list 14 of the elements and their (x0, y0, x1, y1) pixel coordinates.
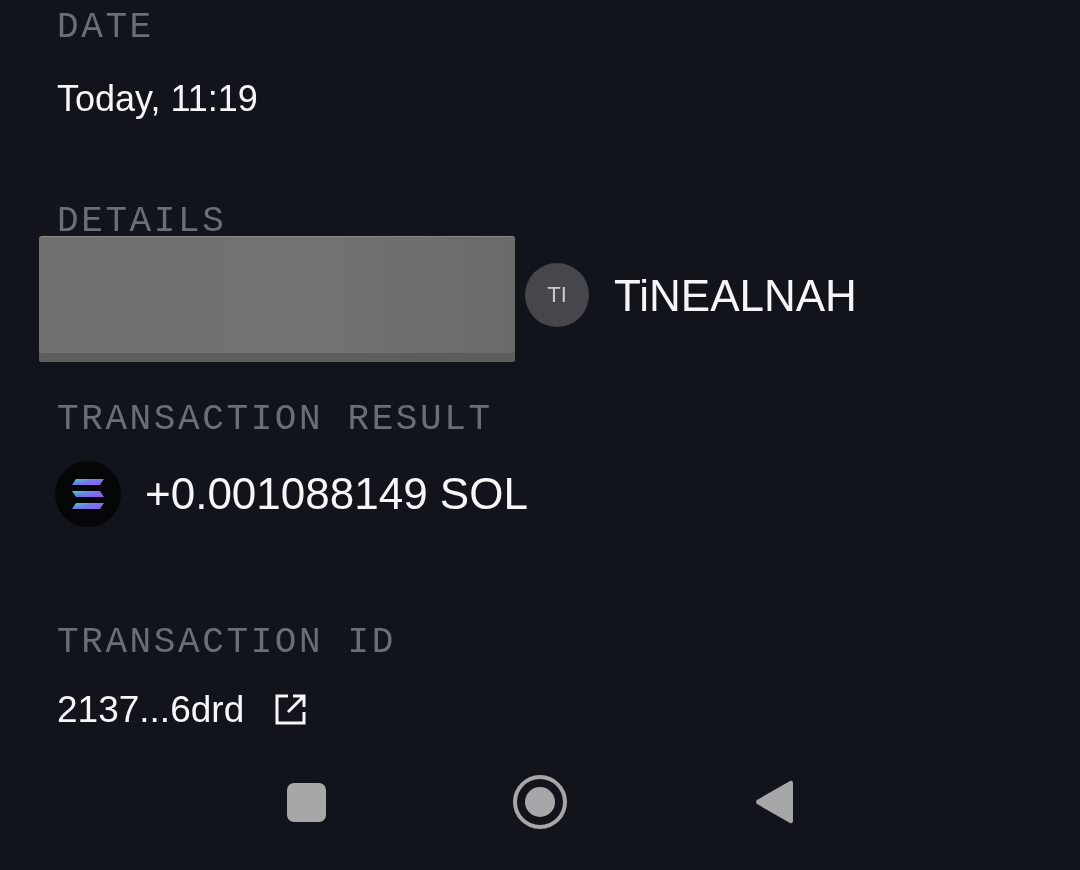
section-label: DETAILS (57, 204, 227, 240)
party-name: TiNEALNAH (614, 274, 857, 318)
back-icon[interactable] (755, 779, 793, 825)
token-icon (55, 461, 121, 527)
section-label: DATE (57, 10, 154, 46)
external-link-icon[interactable] (275, 694, 307, 725)
section-label: TRANSACTION ID (57, 625, 396, 661)
section-label: TRANSACTION RESULT (57, 402, 493, 438)
avatar-initials: TI (525, 263, 589, 327)
recents-icon[interactable] (286, 782, 326, 822)
date-value: Today, 11:19 (57, 81, 258, 117)
transaction-id: 2137...6drd (57, 691, 245, 728)
amount-value: +0.001088149 SOL (145, 472, 528, 516)
home-icon[interactable] (513, 775, 567, 829)
